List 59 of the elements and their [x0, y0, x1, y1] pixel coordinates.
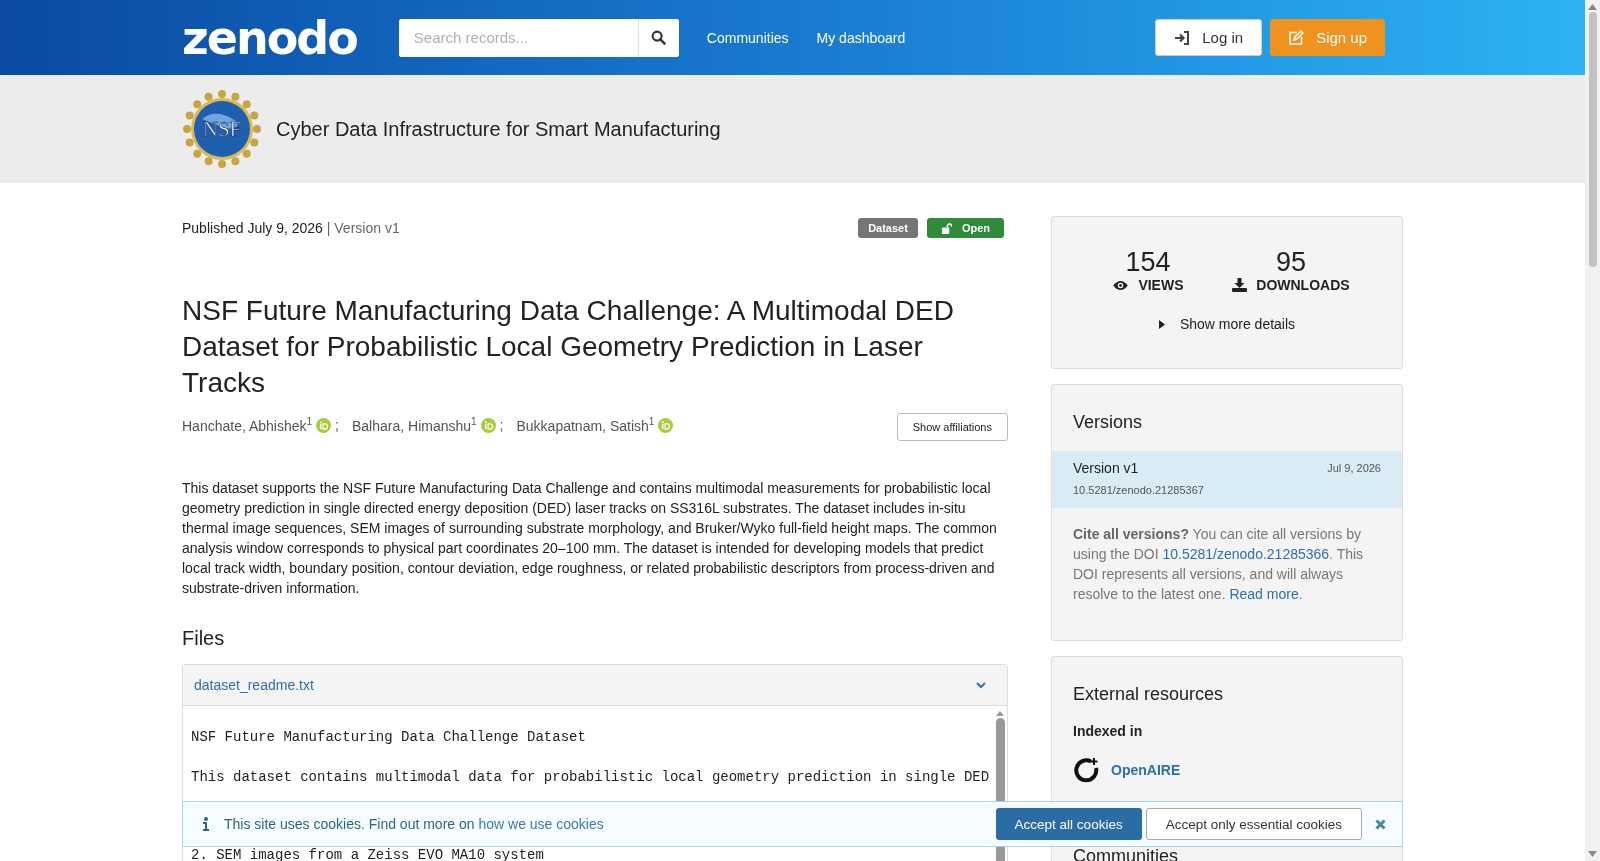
external-resources-heading: External resources	[1072, 683, 1225, 705]
version-date: Jul 9, 2026	[1327, 462, 1381, 474]
description: This dataset supports the NSF Future Manufacturing Data Challenge and contains multimodal measurements for probabilistic local geometry prediction in single directed energy deposition (DED) laser tracks on SS316L substrates. The dataset includes in-situ thermal image sequences, SEM images of surrounding substrate morphology, and Bruker/Wyko full-field height maps. The common analysis window corresponds to physical part coordinates 20–100 mm. The dataset is intended for developing models that predict local track width, boundary position, contour deviation, edge roughness, or related probabilistic descriptors from process-driven and substrate-driven information.	[182, 479, 998, 598]
search-field[interactable]: Search records...	[398, 18, 679, 57]
creator-link[interactable]: Bukkapatnam, Satish$^{1}$	[516, 416, 655, 434]
indexed-in-label: Indexed in	[1072, 722, 1144, 739]
accept-essential-button[interactable]: Accept only essential cookies	[1145, 808, 1362, 840]
show-affiliations-button[interactable]: Show affiliations	[896, 413, 1008, 441]
stat-label: VIEWS	[1138, 277, 1184, 293]
publication-date: Published July 9, 2026 | Version v1	[182, 220, 400, 236]
logo[interactable]: zenodo	[182, 14, 359, 61]
access-label: Open	[926, 218, 1004, 238]
file-name-link[interactable]: dataset_readme.txt	[194, 677, 314, 693]
search-button[interactable]	[637, 18, 679, 57]
download-icon	[1232, 278, 1248, 292]
creator-link[interactable]: Balhara, Himanshu$^{1}$	[352, 416, 477, 434]
preview-line: NSF Future Manufacturing Data Challenge Dataset	[191, 728, 587, 747]
caret-right-icon	[1158, 319, 1165, 329]
read-more-link[interactable]: Read more	[1229, 586, 1299, 602]
show-more-details-button[interactable]: Show more details	[1152, 315, 1302, 333]
cookie-message: This site uses cookies. Find out more on how we use cookies	[224, 816, 604, 832]
cite-note: Cite all versions? You can cite all versions by using the DOI 10.5281/zenodo.21285366. This DOI represents all versions, and will always resolve to the latest one. Read more.	[1073, 525, 1365, 604]
chevron-down-icon[interactable]	[975, 681, 987, 689]
scroll-up-arrow-icon[interactable]	[1588, 4, 1597, 10]
accept-all-button[interactable]: Accept all cookies	[995, 808, 1142, 840]
community-name[interactable]: Cyber Data Infrastructure for Smart Manufacturing	[276, 117, 721, 141]
sign-in-icon	[1174, 30, 1191, 45]
close-icon[interactable]	[1375, 818, 1386, 830]
versions-heading: Versions	[1072, 411, 1144, 434]
nav-link[interactable]: Communities	[706, 29, 789, 46]
creator-link[interactable]: Hanchate, Abhishek$^{1}$	[182, 416, 313, 434]
separator: ;	[499, 417, 504, 433]
id-icon[interactable]	[316, 417, 332, 433]
stat-value: 154	[1125, 247, 1171, 277]
version-label: Version v1	[1073, 460, 1139, 476]
resource-type-label: Dataset	[858, 218, 918, 238]
page-scrollbar[interactable]	[1585, 0, 1600, 861]
eye-icon	[1112, 279, 1130, 291]
stat-label: DOWNLOADS	[1256, 277, 1350, 293]
version-item[interactable]: Version v1 Jul 9, 2026 10.5281/zenodo.21285367	[1052, 451, 1402, 508]
openaire-link[interactable]: OpenAIRE	[1111, 762, 1181, 778]
id-icon[interactable]	[480, 417, 496, 433]
cookie-policy-link[interactable]: how we use cookies	[478, 816, 604, 832]
nav-link[interactable]: My dashboard	[816, 29, 906, 46]
files-heading: Files	[182, 627, 226, 650]
scroll-down-arrow-icon[interactable]	[1588, 851, 1597, 857]
scroll-up-arrow-icon[interactable]	[996, 711, 1004, 716]
login-button[interactable]: Log in	[1155, 19, 1263, 56]
edit-icon	[1288, 29, 1305, 46]
stat-value: 95	[1275, 247, 1306, 277]
id-icon[interactable]	[658, 417, 674, 433]
separator: ;	[335, 417, 339, 433]
version-doi: 10.5281/zenodo.21285367	[1073, 484, 1205, 496]
unlock-icon	[940, 222, 952, 234]
info-icon	[203, 817, 209, 831]
record-title: NSF Future Manufacturing Data Challenge: A Multimodal DED Dataset for Probabilistic Local Geometry Prediction in Laser Tracks	[182, 294, 955, 400]
scrollbar-thumb[interactable]	[1588, 12, 1597, 267]
search-icon	[651, 30, 667, 45]
ring-icon	[1073, 757, 1099, 783]
